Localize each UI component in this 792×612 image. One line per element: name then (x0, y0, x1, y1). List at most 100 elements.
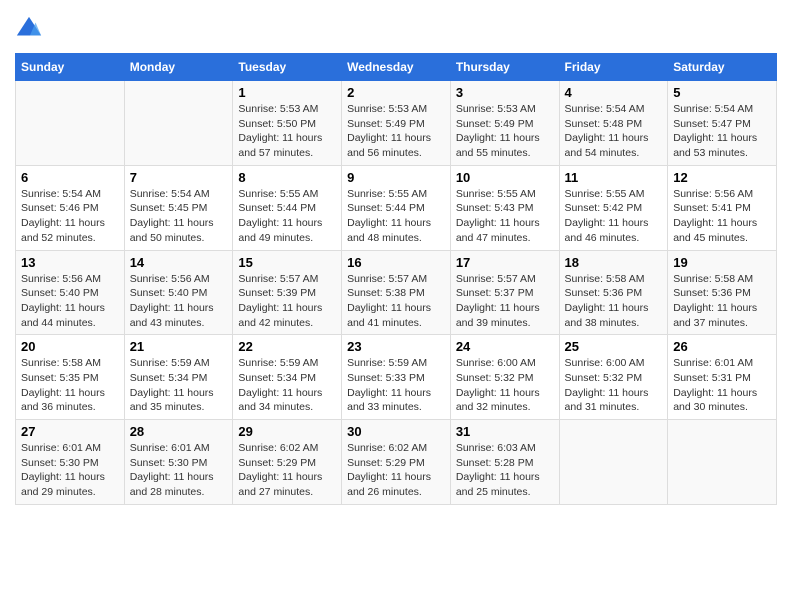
day-number: 13 (21, 255, 119, 270)
day-info: Sunrise: 5:56 AM Sunset: 5:40 PM Dayligh… (21, 273, 105, 329)
day-info: Sunrise: 5:56 AM Sunset: 5:41 PM Dayligh… (673, 188, 757, 244)
day-number: 16 (347, 255, 445, 270)
day-info: Sunrise: 6:01 AM Sunset: 5:31 PM Dayligh… (673, 357, 757, 413)
calendar-cell: 22 Sunrise: 5:59 AM Sunset: 5:34 PM Dayli… (233, 335, 342, 420)
day-info: Sunrise: 5:55 AM Sunset: 5:43 PM Dayligh… (456, 188, 540, 244)
day-number: 28 (130, 424, 228, 439)
day-info: Sunrise: 5:55 AM Sunset: 5:44 PM Dayligh… (238, 188, 322, 244)
day-number: 11 (565, 170, 663, 185)
day-number: 29 (238, 424, 336, 439)
day-info: Sunrise: 5:59 AM Sunset: 5:34 PM Dayligh… (130, 357, 214, 413)
calendar-week-row: 1 Sunrise: 5:53 AM Sunset: 5:50 PM Daylig… (16, 81, 777, 166)
logo-icon (15, 15, 43, 43)
day-info: Sunrise: 6:02 AM Sunset: 5:29 PM Dayligh… (238, 442, 322, 498)
day-number: 27 (21, 424, 119, 439)
calendar-week-row: 6 Sunrise: 5:54 AM Sunset: 5:46 PM Daylig… (16, 165, 777, 250)
day-number: 25 (565, 339, 663, 354)
weekday-header: Monday (124, 54, 233, 81)
calendar-cell: 26 Sunrise: 6:01 AM Sunset: 5:31 PM Dayli… (668, 335, 777, 420)
day-info: Sunrise: 5:55 AM Sunset: 5:42 PM Dayligh… (565, 188, 649, 244)
day-number: 9 (347, 170, 445, 185)
calendar-header: SundayMondayTuesdayWednesdayThursdayFrid… (16, 54, 777, 81)
day-info: Sunrise: 5:59 AM Sunset: 5:34 PM Dayligh… (238, 357, 322, 413)
calendar-cell: 25 Sunrise: 6:00 AM Sunset: 5:32 PM Dayli… (559, 335, 668, 420)
day-number: 22 (238, 339, 336, 354)
day-info: Sunrise: 5:59 AM Sunset: 5:33 PM Dayligh… (347, 357, 431, 413)
day-info: Sunrise: 5:53 AM Sunset: 5:50 PM Dayligh… (238, 103, 322, 159)
day-number: 1 (238, 85, 336, 100)
day-number: 4 (565, 85, 663, 100)
calendar-cell: 8 Sunrise: 5:55 AM Sunset: 5:44 PM Daylig… (233, 165, 342, 250)
header-row: SundayMondayTuesdayWednesdayThursdayFrid… (16, 54, 777, 81)
day-number: 15 (238, 255, 336, 270)
day-info: Sunrise: 6:00 AM Sunset: 5:32 PM Dayligh… (565, 357, 649, 413)
page-header (15, 15, 777, 43)
day-info: Sunrise: 5:57 AM Sunset: 5:37 PM Dayligh… (456, 273, 540, 329)
calendar-cell: 14Sunrise: 5:56 AM Sunset: 5:40 PM Dayli… (124, 250, 233, 335)
weekday-header: Tuesday (233, 54, 342, 81)
day-number: 12 (673, 170, 771, 185)
day-info: Sunrise: 5:58 AM Sunset: 5:36 PM Dayligh… (673, 273, 757, 329)
calendar-cell: 21 Sunrise: 5:59 AM Sunset: 5:34 PM Dayli… (124, 335, 233, 420)
day-number: 5 (673, 85, 771, 100)
calendar-cell: 15 Sunrise: 5:57 AM Sunset: 5:39 PM Dayli… (233, 250, 342, 335)
calendar-cell: 16 Sunrise: 5:57 AM Sunset: 5:38 PM Dayli… (342, 250, 451, 335)
calendar-cell: 6 Sunrise: 5:54 AM Sunset: 5:46 PM Daylig… (16, 165, 125, 250)
calendar-cell: 12 Sunrise: 5:56 AM Sunset: 5:41 PM Dayli… (668, 165, 777, 250)
day-info: Sunrise: 6:00 AM Sunset: 5:32 PM Dayligh… (456, 357, 540, 413)
calendar-cell: 29 Sunrise: 6:02 AM Sunset: 5:29 PM Dayli… (233, 420, 342, 505)
day-info: Sunrise: 5:57 AM Sunset: 5:39 PM Dayligh… (238, 273, 322, 329)
day-info: Sunrise: 6:01 AM Sunset: 5:30 PM Dayligh… (130, 442, 214, 498)
day-number: 26 (673, 339, 771, 354)
calendar-cell: 2Sunrise: 5:53 AM Sunset: 5:49 PM Daylig… (342, 81, 451, 166)
day-number: 2 (347, 85, 445, 100)
day-number: 6 (21, 170, 119, 185)
calendar-cell: 1 Sunrise: 5:53 AM Sunset: 5:50 PM Daylig… (233, 81, 342, 166)
day-number: 21 (130, 339, 228, 354)
day-info: Sunrise: 5:54 AM Sunset: 5:46 PM Dayligh… (21, 188, 105, 244)
day-number: 30 (347, 424, 445, 439)
day-number: 18 (565, 255, 663, 270)
day-info: Sunrise: 5:54 AM Sunset: 5:48 PM Dayligh… (565, 103, 649, 159)
day-number: 17 (456, 255, 554, 270)
calendar-cell: 9Sunrise: 5:55 AM Sunset: 5:44 PM Daylig… (342, 165, 451, 250)
day-info: Sunrise: 5:54 AM Sunset: 5:47 PM Dayligh… (673, 103, 757, 159)
day-number: 14 (130, 255, 228, 270)
calendar-cell: 10 Sunrise: 5:55 AM Sunset: 5:43 PM Dayli… (450, 165, 559, 250)
day-info: Sunrise: 5:54 AM Sunset: 5:45 PM Dayligh… (130, 188, 214, 244)
calendar-cell: 24 Sunrise: 6:00 AM Sunset: 5:32 PM Dayli… (450, 335, 559, 420)
weekday-header: Wednesday (342, 54, 451, 81)
day-number: 23 (347, 339, 445, 354)
calendar-cell: 30 Sunrise: 6:02 AM Sunset: 5:29 PM Dayli… (342, 420, 451, 505)
day-info: Sunrise: 6:01 AM Sunset: 5:30 PM Dayligh… (21, 442, 105, 498)
weekday-header: Friday (559, 54, 668, 81)
day-number: 3 (456, 85, 554, 100)
day-number: 10 (456, 170, 554, 185)
day-info: Sunrise: 5:58 AM Sunset: 5:36 PM Dayligh… (565, 273, 649, 329)
logo (15, 15, 47, 43)
day-number: 19 (673, 255, 771, 270)
day-number: 24 (456, 339, 554, 354)
calendar-week-row: 13 Sunrise: 5:56 AM Sunset: 5:40 PM Dayli… (16, 250, 777, 335)
calendar-cell (668, 420, 777, 505)
calendar-cell: 20Sunrise: 5:58 AM Sunset: 5:35 PM Dayli… (16, 335, 125, 420)
calendar-week-row: 27 Sunrise: 6:01 AM Sunset: 5:30 PM Dayli… (16, 420, 777, 505)
calendar-cell: 13 Sunrise: 5:56 AM Sunset: 5:40 PM Dayli… (16, 250, 125, 335)
day-info: Sunrise: 5:57 AM Sunset: 5:38 PM Dayligh… (347, 273, 431, 329)
calendar-cell: 23 Sunrise: 5:59 AM Sunset: 5:33 PM Dayli… (342, 335, 451, 420)
calendar-week-row: 20Sunrise: 5:58 AM Sunset: 5:35 PM Dayli… (16, 335, 777, 420)
day-info: Sunrise: 6:02 AM Sunset: 5:29 PM Dayligh… (347, 442, 431, 498)
calendar-cell: 11 Sunrise: 5:55 AM Sunset: 5:42 PM Dayli… (559, 165, 668, 250)
calendar-cell: 7Sunrise: 5:54 AM Sunset: 5:45 PM Daylig… (124, 165, 233, 250)
calendar-cell: 3 Sunrise: 5:53 AM Sunset: 5:49 PM Daylig… (450, 81, 559, 166)
day-info: Sunrise: 6:03 AM Sunset: 5:28 PM Dayligh… (456, 442, 540, 498)
calendar-cell: 5 Sunrise: 5:54 AM Sunset: 5:47 PM Daylig… (668, 81, 777, 166)
calendar-cell (124, 81, 233, 166)
calendar-cell: 4 Sunrise: 5:54 AM Sunset: 5:48 PM Daylig… (559, 81, 668, 166)
day-info: Sunrise: 5:58 AM Sunset: 5:35 PM Dayligh… (21, 357, 105, 413)
day-info: Sunrise: 5:53 AM Sunset: 5:49 PM Dayligh… (456, 103, 540, 159)
calendar-cell: 28 Sunrise: 6:01 AM Sunset: 5:30 PM Dayli… (124, 420, 233, 505)
weekday-header: Saturday (668, 54, 777, 81)
day-number: 8 (238, 170, 336, 185)
day-number: 31 (456, 424, 554, 439)
